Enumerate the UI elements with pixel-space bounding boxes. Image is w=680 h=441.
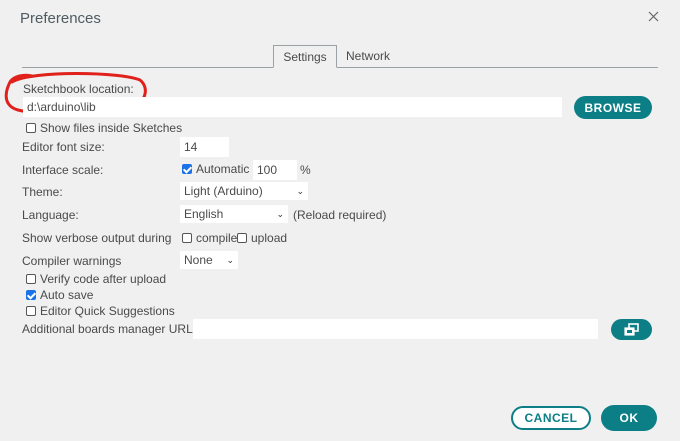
boards-manager-urls-button[interactable] [611,319,652,340]
verbose-output-label: Show verbose output during [22,231,172,245]
interface-scale-label: Interface scale: [22,163,104,177]
open-window-icon [623,322,639,336]
compiler-warnings-label: Compiler warnings [22,254,122,268]
interface-scale-input[interactable] [253,160,297,180]
cancel-button[interactable]: CANCEL [511,406,591,430]
theme-label: Theme: [22,185,63,199]
show-files-label: Show files inside Sketches [40,121,183,135]
tab-bar-divider [22,67,658,68]
close-icon[interactable] [645,8,663,26]
browse-button[interactable]: BROWSE [574,96,652,119]
automatic-label: Automatic [196,162,250,176]
upload-checkbox[interactable] [237,233,247,243]
compile-label: compile [196,231,238,245]
show-files-checkbox[interactable] [26,123,36,133]
editor-font-size-label: Editor font size: [22,140,105,154]
compiler-warnings-selected-value: None [184,253,213,267]
tab-settings[interactable]: Settings [273,45,337,68]
theme-selected-value: Light (Arduino) [184,184,263,198]
auto-save-label: Auto save [40,288,94,302]
chevron-down-icon: ⌄ [276,208,284,219]
language-note: (Reload required) [293,208,387,222]
boards-manager-urls-input[interactable] [193,319,598,339]
language-selected-value: English [184,207,224,221]
chevron-down-icon: ⌄ [226,254,234,265]
compiler-warnings-select[interactable]: None ⌄ [180,251,238,269]
verify-after-upload-checkbox[interactable] [26,274,36,284]
upload-label: upload [251,231,288,245]
ok-button[interactable]: OK [601,405,657,431]
auto-save-row: Auto save [26,288,93,302]
editor-quick-suggestions-label: Editor Quick Suggestions [40,304,175,318]
theme-select[interactable]: Light (Arduino) ⌄ [180,182,308,200]
sketchbook-location-label: Sketchbook location: [23,82,134,96]
verify-after-upload-row: Verify code after upload [26,272,166,286]
language-select[interactable]: English ⌄ [180,205,288,223]
editor-quick-suggestions-checkbox[interactable] [26,306,36,316]
automatic-checkbox[interactable] [182,164,192,174]
automatic-row: Automatic [182,162,249,176]
editor-quick-suggestions-row: Editor Quick Suggestions [26,304,175,318]
tab-network[interactable]: Network [338,45,398,67]
show-files-row: Show files inside Sketches [26,121,182,135]
compile-checkbox[interactable] [182,233,192,243]
verify-after-upload-label: Verify code after upload [40,272,167,286]
verbose-upload-row: upload [237,231,287,245]
language-label: Language: [22,208,79,222]
editor-font-size-input[interactable] [180,137,229,157]
verbose-compile-row: compile [182,231,237,245]
sketchbook-location-input[interactable] [23,97,562,117]
interface-scale-unit: % [300,163,311,177]
chevron-down-icon: ⌄ [296,185,304,196]
auto-save-checkbox[interactable] [26,290,36,300]
dialog-title: Preferences [20,10,101,27]
boards-manager-urls-label: Additional boards manager URLs: [22,322,203,336]
